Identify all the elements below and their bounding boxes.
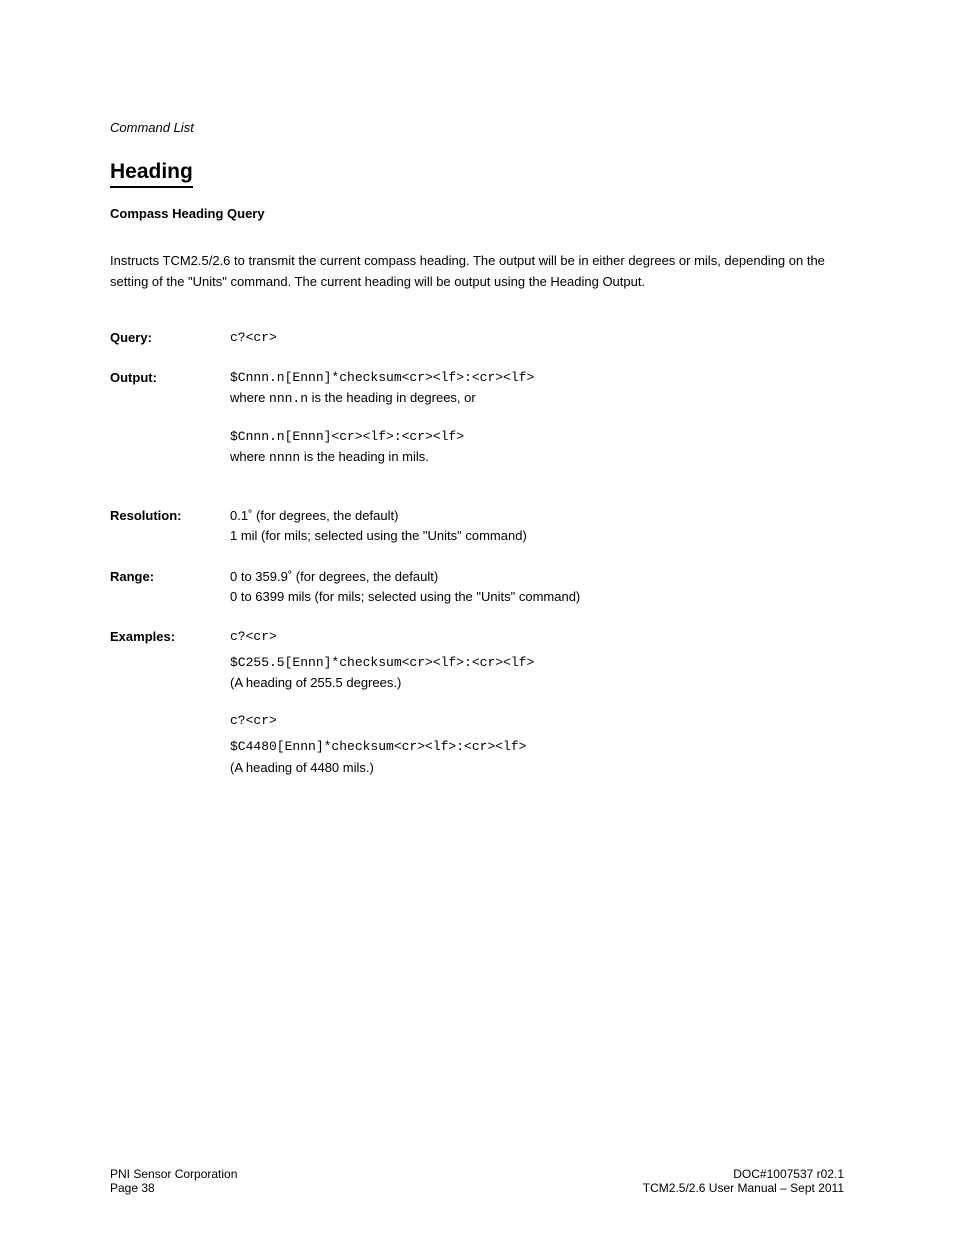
- resolution-value: 0.1 (for degrees, the default) 1 mil (fo…: [230, 506, 844, 546]
- output-value: $Cnnn.n[Ennn]*checksum<cr><lf>:<cr><lf> …: [230, 368, 844, 487]
- range-degrees-note: (for degrees, the default): [296, 569, 438, 584]
- output-label: Output:: [110, 368, 230, 487]
- footer-doc: DOC#1007537 r02.1: [643, 1167, 844, 1181]
- range-row: Range: 0 to 359.9 (for degrees, the defa…: [110, 567, 844, 607]
- output-desc2-mono: nnnn: [269, 450, 300, 465]
- resolution-degrees: 0.1 (for degrees, the default): [230, 506, 844, 526]
- output-desc2: where nnnn is the heading in mils.: [230, 447, 844, 468]
- resolution-mils: 1 mil (for mils; selected using the "Uni…: [230, 526, 844, 546]
- output-desc1-mono: nnn.n: [269, 391, 308, 406]
- degree-icon: [248, 508, 252, 523]
- example1-resp: $C255.5[Ennn]*checksum<cr><lf>:<cr><lf>: [230, 653, 844, 673]
- section-title: Heading: [110, 160, 193, 188]
- footer-left: PNI Sensor Corporation Page 38: [110, 1167, 237, 1195]
- footer-page: Page 38: [110, 1181, 237, 1195]
- range-degrees-value: 0 to 359.9: [230, 569, 288, 584]
- output-row: Output: $Cnnn.n[Ennn]*checksum<cr><lf>:<…: [110, 368, 844, 487]
- resolution-label: Resolution:: [110, 506, 230, 546]
- range-mils: 0 to 6399 mils (for mils; selected using…: [230, 587, 844, 607]
- footer-manual: TCM2.5/2.6 User Manual – Sept 2011: [643, 1181, 844, 1195]
- example1-desc: (A heading of 255.5 degrees.): [230, 673, 844, 693]
- query-label: Query:: [110, 328, 230, 348]
- section-subtitle: Compass Heading Query: [110, 206, 844, 221]
- example2-resp: $C4480[Ennn]*checksum<cr><lf>:<cr><lf>: [230, 737, 844, 757]
- page-container: Command List Heading Compass Heading Que…: [0, 0, 954, 1235]
- page-footer: PNI Sensor Corporation Page 38 DOC#10075…: [110, 1167, 844, 1195]
- footer-product: PNI Sensor Corporation: [110, 1167, 237, 1181]
- examples-value: c?<cr> $C255.5[Ennn]*checksum<cr><lf>:<c…: [230, 627, 844, 796]
- output-desc1-prefix: where: [230, 390, 269, 405]
- output-desc1: where nnn.n is the heading in degrees, o…: [230, 388, 844, 409]
- example1-cmd: c?<cr>: [230, 627, 844, 647]
- range-degrees: 0 to 359.9 (for degrees, the default): [230, 567, 844, 587]
- degree-icon: [288, 569, 292, 584]
- section-title-wrap: Heading: [110, 160, 844, 206]
- query-row: Query: c?<cr>: [110, 328, 844, 348]
- resolution-degrees-value: 0.1: [230, 508, 248, 523]
- example2-desc: (A heading of 4480 mils.): [230, 758, 844, 778]
- page-header: Command List: [110, 120, 844, 135]
- output-desc1-suffix: is the heading in degrees, or: [308, 390, 476, 405]
- range-value: 0 to 359.9 (for degrees, the default) 0 …: [230, 567, 844, 607]
- examples-row: Examples: c?<cr> $C255.5[Ennn]*checksum<…: [110, 627, 844, 796]
- range-label: Range:: [110, 567, 230, 607]
- examples-label: Examples:: [110, 627, 230, 796]
- output-line1: $Cnnn.n[Ennn]*checksum<cr><lf>:<cr><lf>: [230, 368, 844, 388]
- footer-right: DOC#1007537 r02.1 TCM2.5/2.6 User Manual…: [643, 1167, 844, 1195]
- resolution-degrees-note: (for degrees, the default): [256, 508, 398, 523]
- output-desc2-prefix: where: [230, 449, 269, 464]
- query-value: c?<cr>: [230, 328, 844, 348]
- intro-paragraph: Instructs TCM2.5/2.6 to transmit the cur…: [110, 251, 844, 293]
- resolution-row: Resolution: 0.1 (for degrees, the defaul…: [110, 506, 844, 546]
- output-desc2-suffix: is the heading in mils.: [300, 449, 429, 464]
- example2-cmd: c?<cr>: [230, 711, 844, 731]
- output-line2: $Cnnn.n[Ennn]<cr><lf>:<cr><lf>: [230, 427, 844, 447]
